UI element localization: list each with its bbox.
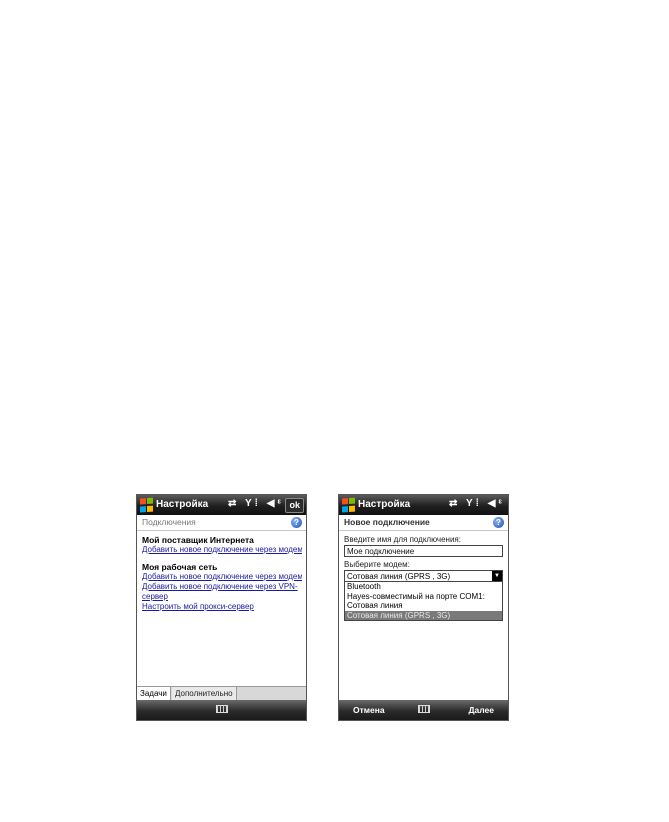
tab-advanced[interactable]: Дополнительно xyxy=(172,687,237,700)
modem-select[interactable]: Сотовая линия (GPRS , 3G) ▼ xyxy=(344,570,503,582)
work-network-section-title: Моя рабочая сеть xyxy=(142,562,218,572)
softkey-bar: Отмена Далее xyxy=(339,700,508,720)
page-header: Подключения ? xyxy=(137,515,306,531)
chevron-down-icon[interactable]: ▼ xyxy=(492,571,502,581)
page-title: Подключения xyxy=(142,517,196,527)
modem-option-selected[interactable]: Сотовая линия (GPRS , 3G) xyxy=(345,610,502,620)
help-icon[interactable]: ? xyxy=(291,517,302,528)
title-bar: Настройка ⇄ Y⁞ ◀ᵋ ok xyxy=(137,495,306,515)
cancel-softkey[interactable]: Отмена xyxy=(353,705,385,715)
name-label: Введите имя для подключения: xyxy=(344,535,461,544)
page-title: Новое подключение xyxy=(344,517,430,527)
next-softkey[interactable]: Далее xyxy=(468,705,494,715)
right-device-screen: Настройка ⇄ Y⁞ ◀ᵋ Новое подключение ? Вв… xyxy=(338,494,509,721)
window-title: Настройка xyxy=(156,499,209,510)
status-icons[interactable]: ⇄ Y⁞ ◀ᵋ xyxy=(449,498,505,509)
tab-bar: Задачи Дополнительно xyxy=(137,686,306,700)
isp-section-title: Мой поставщик Интернета xyxy=(142,535,254,545)
softkey-bar xyxy=(137,700,306,720)
add-vpn-connection-link[interactable]: Добавить новое подключение через VPN- xyxy=(142,582,302,592)
modem-selected-value: Сотовая линия (GPRS , 3G) xyxy=(347,572,451,581)
modem-label: Выберите модем: xyxy=(344,560,410,569)
window-title: Настройка xyxy=(358,499,411,510)
configure-proxy-link[interactable]: Настроить мой прокси-сервер xyxy=(142,602,302,612)
add-vpn-connection-link-cont[interactable]: сервер xyxy=(142,592,302,602)
status-icons[interactable]: ⇄ Y⁞ ◀ᵋ xyxy=(228,498,284,509)
connections-content: Мой поставщик Интернета Добавить новое п… xyxy=(142,535,302,612)
modem-option[interactable]: Bluetooth xyxy=(345,582,502,592)
page-header: Новое подключение ? xyxy=(339,515,508,531)
add-work-modem-connection-link[interactable]: Добавить новое подключение через модем xyxy=(142,572,302,582)
modem-dropdown-list: Bluetooth Hayes-совместимый на порте COM… xyxy=(344,582,503,621)
keyboard-icon[interactable] xyxy=(417,705,430,713)
modem-option[interactable]: Сотовая линия xyxy=(345,601,502,611)
ok-button[interactable]: ok xyxy=(285,498,304,513)
windows-start-icon[interactable] xyxy=(342,497,356,513)
title-bar: Настройка ⇄ Y⁞ ◀ᵋ xyxy=(339,495,508,515)
new-connection-form: Введите имя для подключения: Мое подключ… xyxy=(344,535,503,621)
add-modem-connection-link[interactable]: Добавить новое подключение через модем xyxy=(142,545,302,555)
keyboard-icon[interactable] xyxy=(215,705,228,713)
left-device-screen: Настройка ⇄ Y⁞ ◀ᵋ ok Подключения ? Мой п… xyxy=(136,494,307,721)
windows-start-icon[interactable] xyxy=(140,497,154,513)
help-icon[interactable]: ? xyxy=(493,517,504,528)
tab-tasks[interactable]: Задачи xyxy=(137,687,171,700)
modem-option[interactable]: Hayes-совместимый на порте COM1: xyxy=(345,592,502,602)
connection-name-input[interactable]: Мое подключение xyxy=(344,545,503,557)
